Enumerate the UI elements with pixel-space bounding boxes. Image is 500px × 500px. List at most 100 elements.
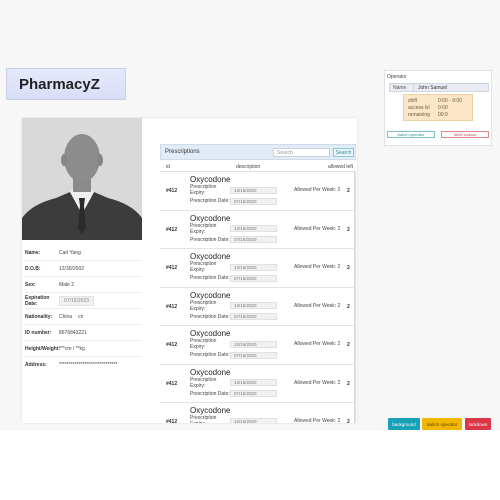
expiry-field: 12/16/2020 xyxy=(230,225,277,232)
operator-detail-label: remaining xyxy=(408,111,430,118)
operator-detail-row: access lvl 0:00 xyxy=(408,104,468,111)
operator-detail-value: 0:00 - 9:00 xyxy=(438,97,462,104)
page-footer-band xyxy=(0,430,500,500)
info-label: Height/Weight: xyxy=(25,345,61,352)
allowed-left-value: 2 xyxy=(347,265,350,271)
patient-card: Name: Carl Yang D.O.B: 12/30/2002 Sex: M… xyxy=(22,118,357,423)
expiry-label: Prescription Expiry: xyxy=(190,338,217,350)
expiry-row: Prescription Expiry: 12/16/2020 xyxy=(190,377,277,389)
switch-operator-button[interactable]: switch operator xyxy=(387,131,435,138)
info-label: Address: xyxy=(25,361,47,368)
prescription-row[interactable]: #412 OxycodonePrescription Expiry: 12/16/2… xyxy=(160,172,356,211)
info-value: Male 2 xyxy=(59,281,75,288)
operator-detail-value: 00:0 xyxy=(438,111,448,118)
prescription-id: #412 xyxy=(166,188,178,194)
prescription-description: Allowed Per Week: 2 xyxy=(294,187,341,193)
allowed-left-value: 2 xyxy=(347,226,350,233)
expiry-field: 12/16/2020 xyxy=(230,263,277,271)
expiry-row: Prescription Expiry: 12/16/2020 xyxy=(190,261,277,273)
info-label: D.O.B: xyxy=(25,265,41,272)
expiry-row: Prescription Expiry: 12/16/2020 xyxy=(190,222,277,235)
operator-detail-value: 0:00 xyxy=(438,104,448,111)
info-value: 12/30/2002 xyxy=(59,265,85,272)
expiry-label: Prescription Expiry: xyxy=(190,415,217,423)
drug-name: Oxycodone xyxy=(190,329,231,338)
force-lockout-button[interactable]: force lockout xyxy=(441,131,489,138)
date-field: 07/16/2020 xyxy=(230,351,277,359)
column-id: id xyxy=(166,164,170,170)
search-input[interactable]: Search xyxy=(273,148,330,157)
prescription-row[interactable]: #412 OxycodonePrescription Expiry: 12/16/2… xyxy=(160,288,356,326)
operator-name-row: Name John Samuel xyxy=(389,83,489,92)
column-allowed-left: allowed left xyxy=(328,164,354,170)
operator-details: shift 0:00 - 9:00 access lvl 0:00 remain… xyxy=(403,94,473,121)
expiry-field: 12/16/2020 xyxy=(230,186,277,194)
operator-name-value: John Samuel xyxy=(418,84,448,91)
switch-operator-bottom-button[interactable]: switch operator xyxy=(422,418,462,430)
prescription-row[interactable]: #412 OxycodonePrescription Expiry: 12/16/2… xyxy=(160,249,356,288)
date-row: Prescription Date: 07/16/2020 xyxy=(190,313,277,321)
drug-name: Oxycodone xyxy=(190,290,231,300)
info-row-expiration: Expiration Date: 07/16/2023 xyxy=(25,293,141,309)
prescription-id: #412 xyxy=(166,419,178,423)
info-label: Name: xyxy=(25,249,41,256)
prescriptions-panel: Prescriptions Search Search id descripti… xyxy=(160,144,356,423)
date-field: 07/16/2020 xyxy=(230,197,277,205)
drug-name: Oxycodone xyxy=(190,213,231,223)
prescription-description: Allowed Per Week: 2 xyxy=(294,341,341,347)
prescription-row[interactable]: #412 OxycodonePrescription Expiry: 12/16/2… xyxy=(160,365,356,403)
expiry-row: Prescription Expiry: 12/16/2020 xyxy=(190,184,277,196)
date-row: Prescription Date: 07/16/2020 xyxy=(190,274,277,282)
patient-info: Name: Carl Yang D.O.B: 12/30/2002 Sex: M… xyxy=(25,245,141,372)
prescription-row[interactable]: #412 OxycodonePrescription Expiry: 12/16/2… xyxy=(160,403,356,423)
brand-title: PharmacyZ xyxy=(19,75,100,93)
operator-name-label: Name xyxy=(390,84,414,91)
patient-photo xyxy=(22,118,142,240)
operator-detail-row: remaining 00:0 xyxy=(408,111,468,118)
prescription-row[interactable]: #412 OxycodonePrescription Expiry: 12/16/2… xyxy=(160,211,356,249)
lockdown-button[interactable]: lockdown xyxy=(465,418,491,430)
prescription-id: #412 xyxy=(166,380,178,387)
prescription-description: Allowed Per Week: 2 xyxy=(294,264,341,270)
info-label: ID number: xyxy=(25,329,52,336)
prescription-id: #412 xyxy=(166,342,178,348)
date-field: 07/16/2020 xyxy=(230,313,277,320)
expiry-field: 12/16/2020 xyxy=(230,302,277,309)
column-description: description xyxy=(236,164,261,170)
expiry-label: Prescription Expiry: xyxy=(190,222,217,235)
date-row: Prescription Date: 07/16/2020 xyxy=(190,351,277,359)
drug-name: Oxycodone xyxy=(190,175,231,184)
allowed-left-value: 2 xyxy=(347,419,350,423)
prescription-id: #412 xyxy=(166,265,178,271)
date-row: Prescription Date: 07/16/2020 xyxy=(190,236,277,244)
background-button[interactable]: background xyxy=(388,418,420,430)
date-label: Prescription Date: xyxy=(190,236,230,243)
info-label: Sex: xyxy=(25,281,36,288)
info-value: ***cm / **kg xyxy=(59,345,85,352)
date-field: 07/16/2020 xyxy=(230,274,277,282)
operator-detail-label: access lvl xyxy=(408,104,430,111)
expiry-field: 12/16/2020 xyxy=(230,417,277,423)
info-row-address: Address: ****************************** xyxy=(25,357,141,372)
expiry-row: Prescription Expiry: 12/16/2020 xyxy=(190,338,277,350)
operator-detail-label: shift xyxy=(408,97,418,104)
search-button[interactable]: Search xyxy=(333,148,354,157)
prescriptions-scrollbar[interactable] xyxy=(354,172,356,423)
info-value-group: China cn xyxy=(59,314,83,320)
drug-name: Oxycodone xyxy=(190,406,231,415)
expiry-row: Prescription Expiry: 12/16/2020 xyxy=(190,415,277,423)
info-row-name: Name: Carl Yang xyxy=(25,245,141,261)
prescription-description: Allowed Per Week: 2 xyxy=(294,302,341,309)
prescription-row[interactable]: #412 OxycodonePrescription Expiry: 12/16/2… xyxy=(160,326,356,365)
prescription-description: Allowed Per Week: 2 xyxy=(294,379,341,386)
prescriptions-list: #412 Oxycodone Prescription Expiry: 12/16/2… xyxy=(160,172,356,423)
operator-detail-row: shift 0:00 - 9:00 xyxy=(408,97,468,104)
info-row-nationality: Nationality: China cn xyxy=(25,309,141,325)
info-value: 8676843221 xyxy=(59,329,87,336)
date-label: Prescription Date: xyxy=(190,313,230,320)
drug-name: Oxycodone xyxy=(190,367,231,377)
info-label: Expiration Date: xyxy=(25,294,50,307)
prescription-description: Allowed Per Week: 2 xyxy=(294,418,341,423)
operator-panel: Operator Name John Samuel shift 0:00 - 9… xyxy=(384,70,492,146)
prescription-id: #412 xyxy=(166,303,178,310)
